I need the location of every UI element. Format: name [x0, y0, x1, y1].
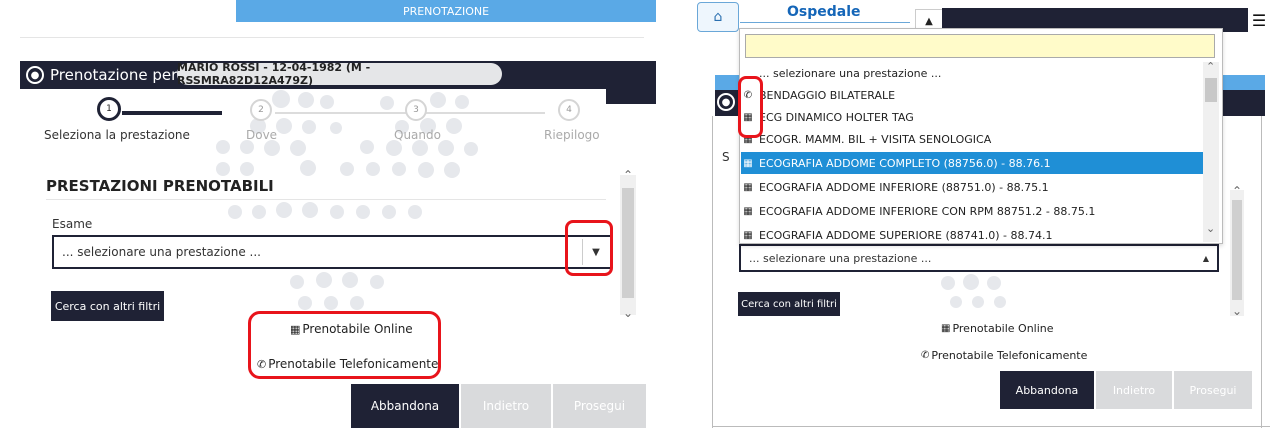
step-3-label: Quando — [394, 128, 441, 142]
dropdown-search-input[interactable] — [745, 34, 1215, 58]
list-item[interactable]: ▦ ECOGRAFIA ADDOME SUPERIORE (88741.0) -… — [741, 224, 1203, 242]
step-2-circle[interactable]: 2 — [250, 99, 272, 121]
hamburger-icon: ☰ — [1251, 10, 1267, 30]
calendar-icon: ▦ — [290, 322, 301, 336]
panel-border — [1261, 116, 1262, 428]
list-item[interactable]: ▦ ECG DINAMICO HOLTER TAG — [741, 106, 1203, 128]
calendar-icon: ▦ — [743, 111, 753, 123]
list-item[interactable]: ▦ ECOGR. MAMM. BIL + VISITA SENOLOGICA — [741, 128, 1203, 150]
scroll-up-icon[interactable]: ⌃ — [1232, 184, 1242, 198]
step-1-label: Seleziona la prestazione — [44, 128, 190, 142]
calendar-icon: ▦ — [743, 205, 753, 217]
step-4-label: Riepilogo — [544, 128, 600, 142]
brand-divider — [740, 22, 910, 23]
list-item[interactable]: ▦ ECOGRAFIA ADDOME INFERIORE CON RPM 887… — [741, 200, 1203, 222]
booking-title: ● Prenotazione per — [20, 61, 177, 89]
brand-name: Ospedale — [787, 4, 861, 20]
legend-phone: ✆ Prenotabile Telefonicamente — [921, 349, 1088, 362]
next-button[interactable]: Prosegui — [1174, 371, 1252, 409]
back-button[interactable]: Indietro — [461, 384, 551, 428]
panel-border — [712, 116, 713, 428]
caret-down-icon: ▼ — [592, 246, 600, 258]
user-icon: ● — [717, 93, 735, 111]
divider — [46, 199, 606, 200]
scroll-up-icon[interactable]: ⌃ — [623, 168, 633, 182]
calendar-icon: ▦ — [743, 181, 753, 193]
phone-icon: ✆ — [743, 89, 753, 101]
exam-select-value: ... selezionare una prestazione ... — [749, 251, 932, 265]
dropdown-scrollbar-thumb[interactable] — [1205, 78, 1217, 102]
right-screenshot: ⌂ Ospedale ▲ ☰ ● S ⌃ ⌄ ... selezionare u… — [695, 0, 1270, 428]
list-item[interactable]: ✆ BENDAGGIO BILATERALE — [741, 84, 1203, 106]
step-4-circle[interactable]: 4 — [558, 99, 580, 121]
caret-up-icon: ▲ — [1202, 253, 1209, 263]
list-item[interactable]: ... selezionare una prestazione ... — [741, 62, 1203, 84]
scroll-down-icon[interactable]: ⌄ — [1232, 304, 1242, 318]
menu-button[interactable]: ☰ — [1248, 8, 1270, 32]
calendar-icon: ▦ — [743, 229, 753, 241]
step-1-circle[interactable]: 1 — [97, 97, 121, 121]
dark-overlay-block — [606, 89, 656, 104]
left-screenshot: PRENOTAZIONE ● Prenotazione per MARIO RO… — [0, 0, 662, 428]
step-label-fragment: S — [722, 150, 730, 164]
dropdown-toggle[interactable]: ▼ — [582, 239, 609, 265]
scrollbar-thumb[interactable] — [622, 188, 634, 298]
header-title: PRENOTAZIONE — [402, 4, 490, 18]
phone-icon: ✆ — [257, 357, 267, 371]
other-filters-button[interactable]: Cerca con altri filtri — [51, 291, 164, 321]
divider — [20, 37, 644, 38]
caret-up-icon: ▲ — [925, 15, 933, 27]
list-item[interactable]: ▦ ECOGRAFIA ADDOME INFERIORE (88751.0) -… — [741, 176, 1203, 198]
step-3-circle[interactable]: 3 — [405, 99, 427, 121]
other-filters-button[interactable]: Cerca con altri filtri — [738, 292, 840, 316]
scroll-up-icon[interactable]: ⌃ — [1206, 60, 1215, 73]
calendar-icon: ▦ — [941, 323, 951, 334]
back-button[interactable]: Indietro — [1096, 371, 1172, 409]
booking-for-label: Prenotazione per — [50, 66, 178, 84]
exam-select[interactable]: ... selezionare una prestazione ... ▲ — [739, 244, 1219, 272]
section-title: PRESTAZIONI PRENOTABILI — [46, 177, 274, 195]
list-item-selected[interactable]: ▦ ECOGRAFIA ADDOME COMPLETO (88756.0) - … — [741, 152, 1203, 174]
panel-border — [712, 426, 1270, 427]
calendar-icon: ▦ — [743, 157, 753, 169]
exam-label: Esame — [52, 217, 93, 231]
hospital-logo: ⌂ — [697, 2, 739, 32]
abandon-button[interactable]: Abbandona — [1000, 371, 1094, 409]
scroll-down-icon[interactable]: ⌄ — [623, 306, 633, 320]
step-2-label: Dove — [246, 128, 278, 142]
exam-select-value: ... selezionare una prestazione ... — [62, 245, 261, 259]
legend-online: ▦ Prenotabile Online — [290, 322, 413, 336]
dropdown-list: ... selezionare una prestazione ... ✆ BE… — [741, 62, 1203, 242]
user-icon: ● — [26, 66, 44, 84]
header-bar: PRENOTAZIONE — [236, 0, 656, 22]
legend-phone: ✆ Prenotabile Telefonicamente — [257, 357, 439, 371]
next-button[interactable]: Prosegui — [553, 384, 646, 428]
phone-icon: ✆ — [921, 350, 930, 361]
calendar-icon: ▦ — [743, 133, 753, 145]
patient-badge: MARIO ROSSI - 12-04-1982 (M - RSSMRA82D1… — [177, 61, 502, 87]
stepper-line-active — [122, 111, 222, 115]
legend-online: ▦ Prenotabile Online — [941, 322, 1054, 335]
scrollbar-thumb[interactable] — [1232, 200, 1242, 300]
exam-select[interactable]: ... selezionare una prestazione ... — [52, 235, 612, 269]
abandon-button[interactable]: Abbandona — [351, 384, 459, 428]
scroll-down-icon[interactable]: ⌄ — [1206, 222, 1215, 235]
